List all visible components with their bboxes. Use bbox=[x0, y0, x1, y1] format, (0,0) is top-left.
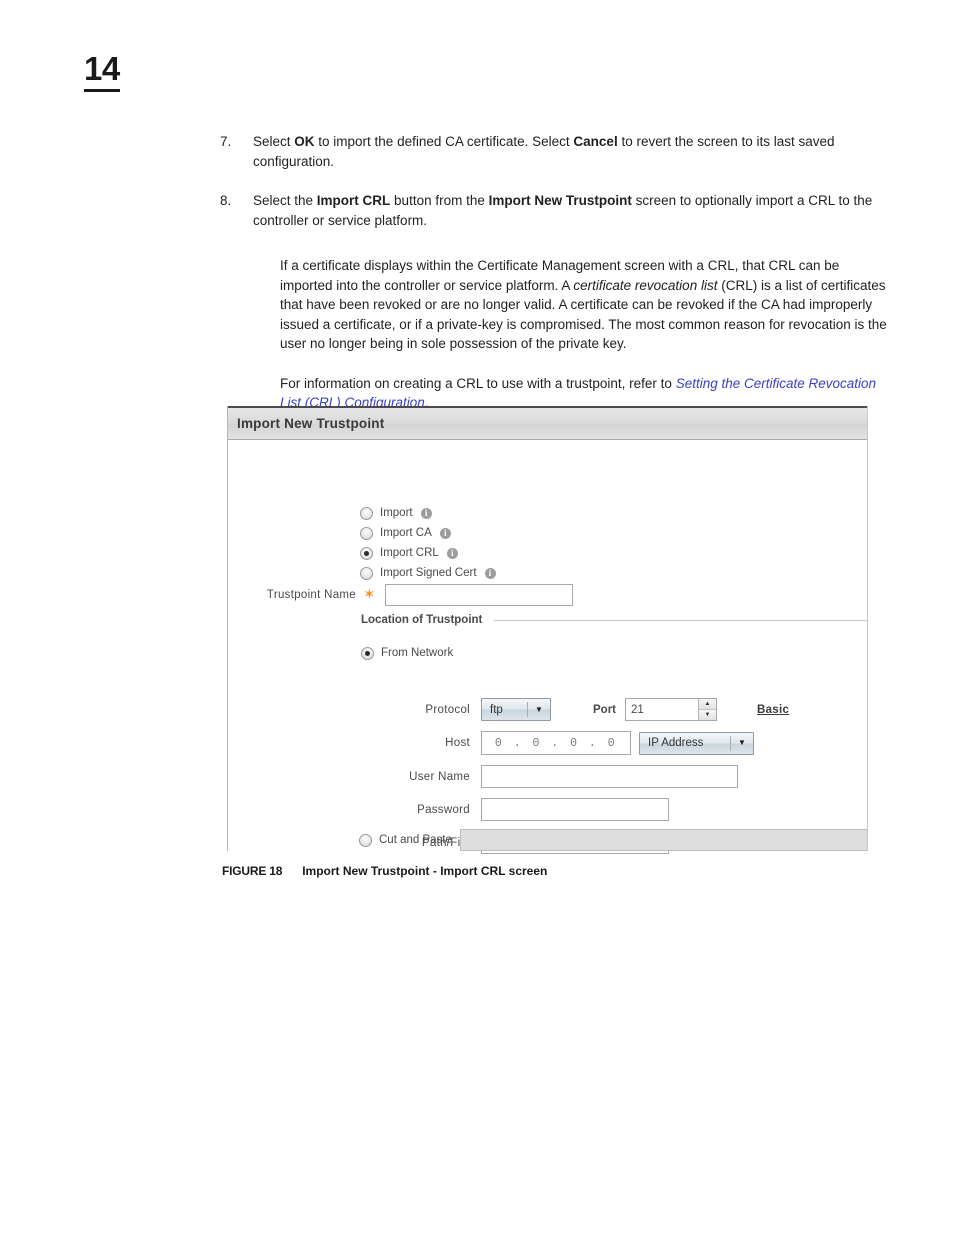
host-type-dropdown[interactable]: IP Address ▼ bbox=[639, 731, 754, 755]
radio-import-crl-label: Import CRL bbox=[380, 547, 439, 559]
radio-option-from-network[interactable]: From Network bbox=[361, 643, 453, 663]
chevron-down-icon: ▼ bbox=[738, 738, 746, 747]
import-type-radio-group: Import Import CA Import CRL Import Signe… bbox=[360, 503, 496, 583]
host-type-dropdown-value: IP Address bbox=[648, 737, 704, 749]
protocol-label: Protocol bbox=[425, 703, 470, 716]
radio-option-import-ca[interactable]: Import CA bbox=[360, 523, 496, 543]
dialog-titlebar: Import New Trustpoint bbox=[228, 406, 867, 440]
crl-desc-italic: certificate revocation list bbox=[573, 277, 718, 293]
stepper-down-icon[interactable]: ▼ bbox=[699, 710, 716, 720]
radio-option-import[interactable]: Import bbox=[360, 503, 496, 523]
protocol-dropdown[interactable]: ftp ▼ bbox=[481, 698, 551, 721]
radio-import-crl-icon[interactable] bbox=[360, 546, 373, 560]
basic-settings-link[interactable]: Basic bbox=[757, 704, 789, 716]
step-7: 7. Select OK to import the defined CA ce… bbox=[220, 132, 890, 171]
radio-import-signed-cert-icon[interactable] bbox=[360, 566, 373, 580]
cut-and-paste-textarea[interactable] bbox=[459, 829, 867, 851]
protocol-row: Protocol ftp ▼ Port 21 ▲ ▼ Basic bbox=[396, 698, 789, 721]
password-input[interactable] bbox=[481, 798, 669, 821]
crl-description-paragraph: If a certificate displays within the Cer… bbox=[280, 256, 890, 354]
required-asterisk-icon: ✶ bbox=[363, 586, 376, 603]
step-7-seg-0: Select bbox=[253, 134, 295, 149]
step-8-text: Select the Import CRL button from the Im… bbox=[253, 191, 890, 230]
host-label: Host bbox=[445, 737, 470, 749]
step-7-number: 7. bbox=[220, 134, 232, 149]
step-7-seg-2: to import the defined CA certificate. Se… bbox=[314, 134, 574, 149]
dialog-body: Import Import CA Import CRL Import Signe… bbox=[228, 440, 867, 854]
import-new-trustpoint-figure: Import New Trustpoint Import Import CA I… bbox=[227, 406, 868, 854]
radio-from-network-icon[interactable] bbox=[361, 646, 374, 660]
radio-import-signed-cert-label: Import Signed Cert bbox=[380, 567, 477, 579]
info-icon[interactable] bbox=[446, 547, 458, 559]
radio-import-ca-label: Import CA bbox=[380, 527, 432, 539]
step-8-number: 8. bbox=[220, 193, 232, 208]
crl-ref-part-a: For information on creating a CRL to use… bbox=[280, 375, 676, 391]
trustpoint-name-label: Trustpoint Name bbox=[266, 589, 356, 601]
step-8-seg-2: button from the bbox=[390, 193, 489, 208]
radio-import-label: Import bbox=[380, 507, 413, 519]
host-row: Host 0 . 0 . 0 . 0 IP Address ▼ bbox=[396, 731, 789, 755]
password-label: Password bbox=[417, 803, 470, 816]
location-section-label: Location of Trustpoint bbox=[361, 614, 483, 626]
radio-option-import-signed-cert[interactable]: Import Signed Cert bbox=[360, 563, 496, 583]
info-icon[interactable] bbox=[420, 507, 432, 519]
step-7-seg-1: OK bbox=[294, 134, 315, 149]
section-divider bbox=[494, 619, 867, 621]
protocol-dropdown-value: ftp bbox=[490, 703, 503, 716]
figure-caption: FIGURE 18 Import New Trustpoint - Import… bbox=[222, 864, 547, 878]
radio-cut-and-paste-icon[interactable] bbox=[359, 833, 372, 847]
step-7-seg-3: Cancel bbox=[573, 134, 618, 149]
figure-caption-text: Import New Trustpoint - Import CRL scree… bbox=[302, 864, 548, 878]
radio-import-icon[interactable] bbox=[360, 506, 373, 520]
info-icon[interactable] bbox=[484, 567, 496, 579]
user-name-label: User Name bbox=[409, 770, 470, 783]
location-of-trustpoint-section-header: Location of Trustpoint bbox=[361, 614, 867, 626]
host-ip-input[interactable]: 0 . 0 . 0 . 0 bbox=[481, 731, 631, 755]
dialog-title: Import New Trustpoint bbox=[237, 416, 385, 431]
port-value[interactable]: 21 bbox=[626, 699, 698, 720]
chapter-number: 14 bbox=[84, 50, 120, 92]
info-icon[interactable] bbox=[439, 527, 451, 539]
chevron-down-icon: ▼ bbox=[535, 704, 543, 714]
step-8-seg-1: Import CRL bbox=[316, 193, 391, 208]
radio-cut-and-paste-label: Cut and Paste bbox=[379, 834, 452, 846]
radio-from-network-label: From Network bbox=[381, 647, 454, 659]
import-new-trustpoint-dialog: Import New Trustpoint Import Import CA I… bbox=[227, 406, 868, 854]
trustpoint-name-input[interactable] bbox=[384, 584, 573, 606]
step-7-text: Select OK to import the defined CA certi… bbox=[253, 132, 890, 171]
port-label: Port bbox=[593, 703, 616, 716]
step-8-seg-0: Select the bbox=[253, 193, 317, 208]
stepper-up-icon[interactable]: ▲ bbox=[699, 699, 716, 710]
cut-and-paste-row[interactable]: Cut and Paste bbox=[359, 829, 867, 851]
port-stepper[interactable]: 21 ▲ ▼ bbox=[625, 698, 717, 721]
user-name-input[interactable] bbox=[481, 765, 738, 788]
document-body: 7. Select OK to import the defined CA ce… bbox=[220, 132, 890, 413]
step-8: 8. Select the Import CRL button from the… bbox=[220, 191, 890, 230]
step-8-seg-3: Import New Trustpoint bbox=[488, 193, 632, 208]
port-stepper-buttons[interactable]: ▲ ▼ bbox=[698, 699, 716, 720]
radio-option-import-crl[interactable]: Import CRL bbox=[360, 543, 496, 563]
trustpoint-name-row: Trustpoint Name ✶ bbox=[256, 584, 606, 606]
user-name-row: User Name bbox=[396, 765, 789, 788]
radio-import-ca-icon[interactable] bbox=[360, 526, 373, 540]
figure-number: FIGURE 18 bbox=[222, 864, 283, 878]
password-row: Password bbox=[396, 798, 789, 821]
